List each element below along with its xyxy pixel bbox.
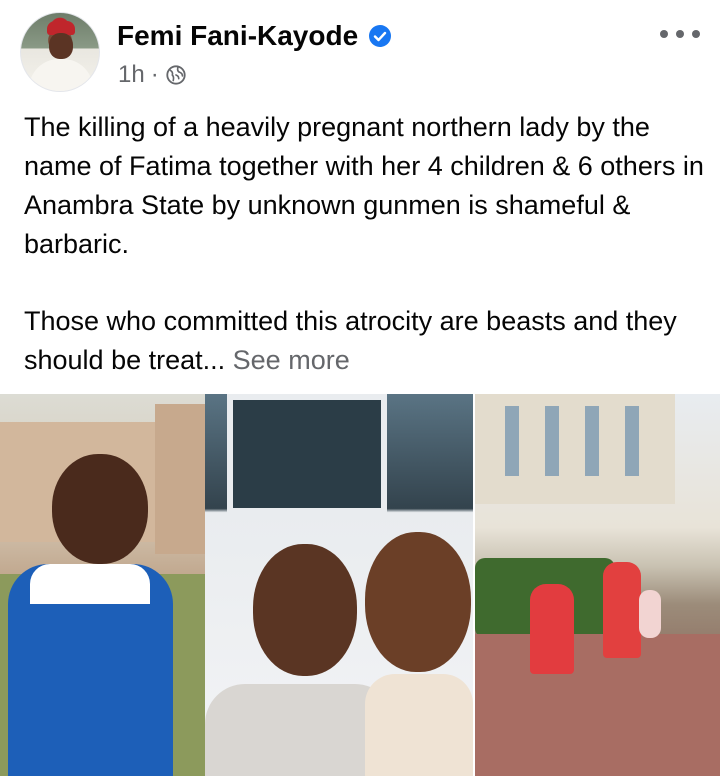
photo-grid [0, 394, 720, 776]
author-name[interactable]: Femi Fani-Kayode [117, 20, 358, 52]
photo-children-compound[interactable] [475, 394, 720, 776]
verified-badge-icon [369, 25, 392, 47]
post-paragraph-1: The killing of a heavily pregnant northe… [24, 112, 704, 259]
photo-pillar [155, 404, 205, 554]
photo-child-1 [530, 584, 574, 674]
photo-pavement [475, 634, 720, 776]
author-avatar[interactable] [20, 12, 100, 92]
photo-house-window [585, 406, 599, 476]
photo-house-window [505, 406, 519, 476]
dot [676, 30, 684, 38]
photo-house-window [625, 406, 639, 476]
author-row: Femi Fani-Kayode [117, 18, 392, 54]
see-more-link[interactable]: See more [233, 345, 350, 375]
dot [660, 30, 668, 38]
photo-collar [30, 564, 150, 604]
post-body: The killing of a heavily pregnant northe… [24, 108, 704, 418]
post-paragraph-2-text: Those who committed this atrocity are be… [24, 306, 677, 375]
photo-girl-uniform[interactable] [0, 394, 205, 776]
photo-person-2-face [365, 532, 471, 672]
post-header: Femi Fani-Kayode 1h · [0, 0, 720, 100]
post-time[interactable]: 1h [118, 61, 145, 89]
photo-child-3 [639, 590, 661, 638]
dot [692, 30, 700, 38]
photo-house-window [545, 406, 559, 476]
avatar-robe [29, 59, 93, 91]
photo-child-2 [603, 562, 641, 658]
photo-head [52, 454, 148, 564]
avatar-face [49, 33, 73, 59]
photo-person-2-body [365, 674, 473, 776]
globe-icon[interactable] [165, 64, 187, 86]
post-paragraph-2: Those who committed this atrocity are be… [24, 302, 704, 380]
photo-selfie[interactable] [205, 394, 473, 776]
meta-separator: · [150, 61, 159, 88]
photo-window [227, 394, 387, 514]
more-options-icon[interactable] [660, 24, 700, 44]
photo-person-1-face [253, 544, 357, 676]
post-meta: 1h · [118, 60, 187, 90]
